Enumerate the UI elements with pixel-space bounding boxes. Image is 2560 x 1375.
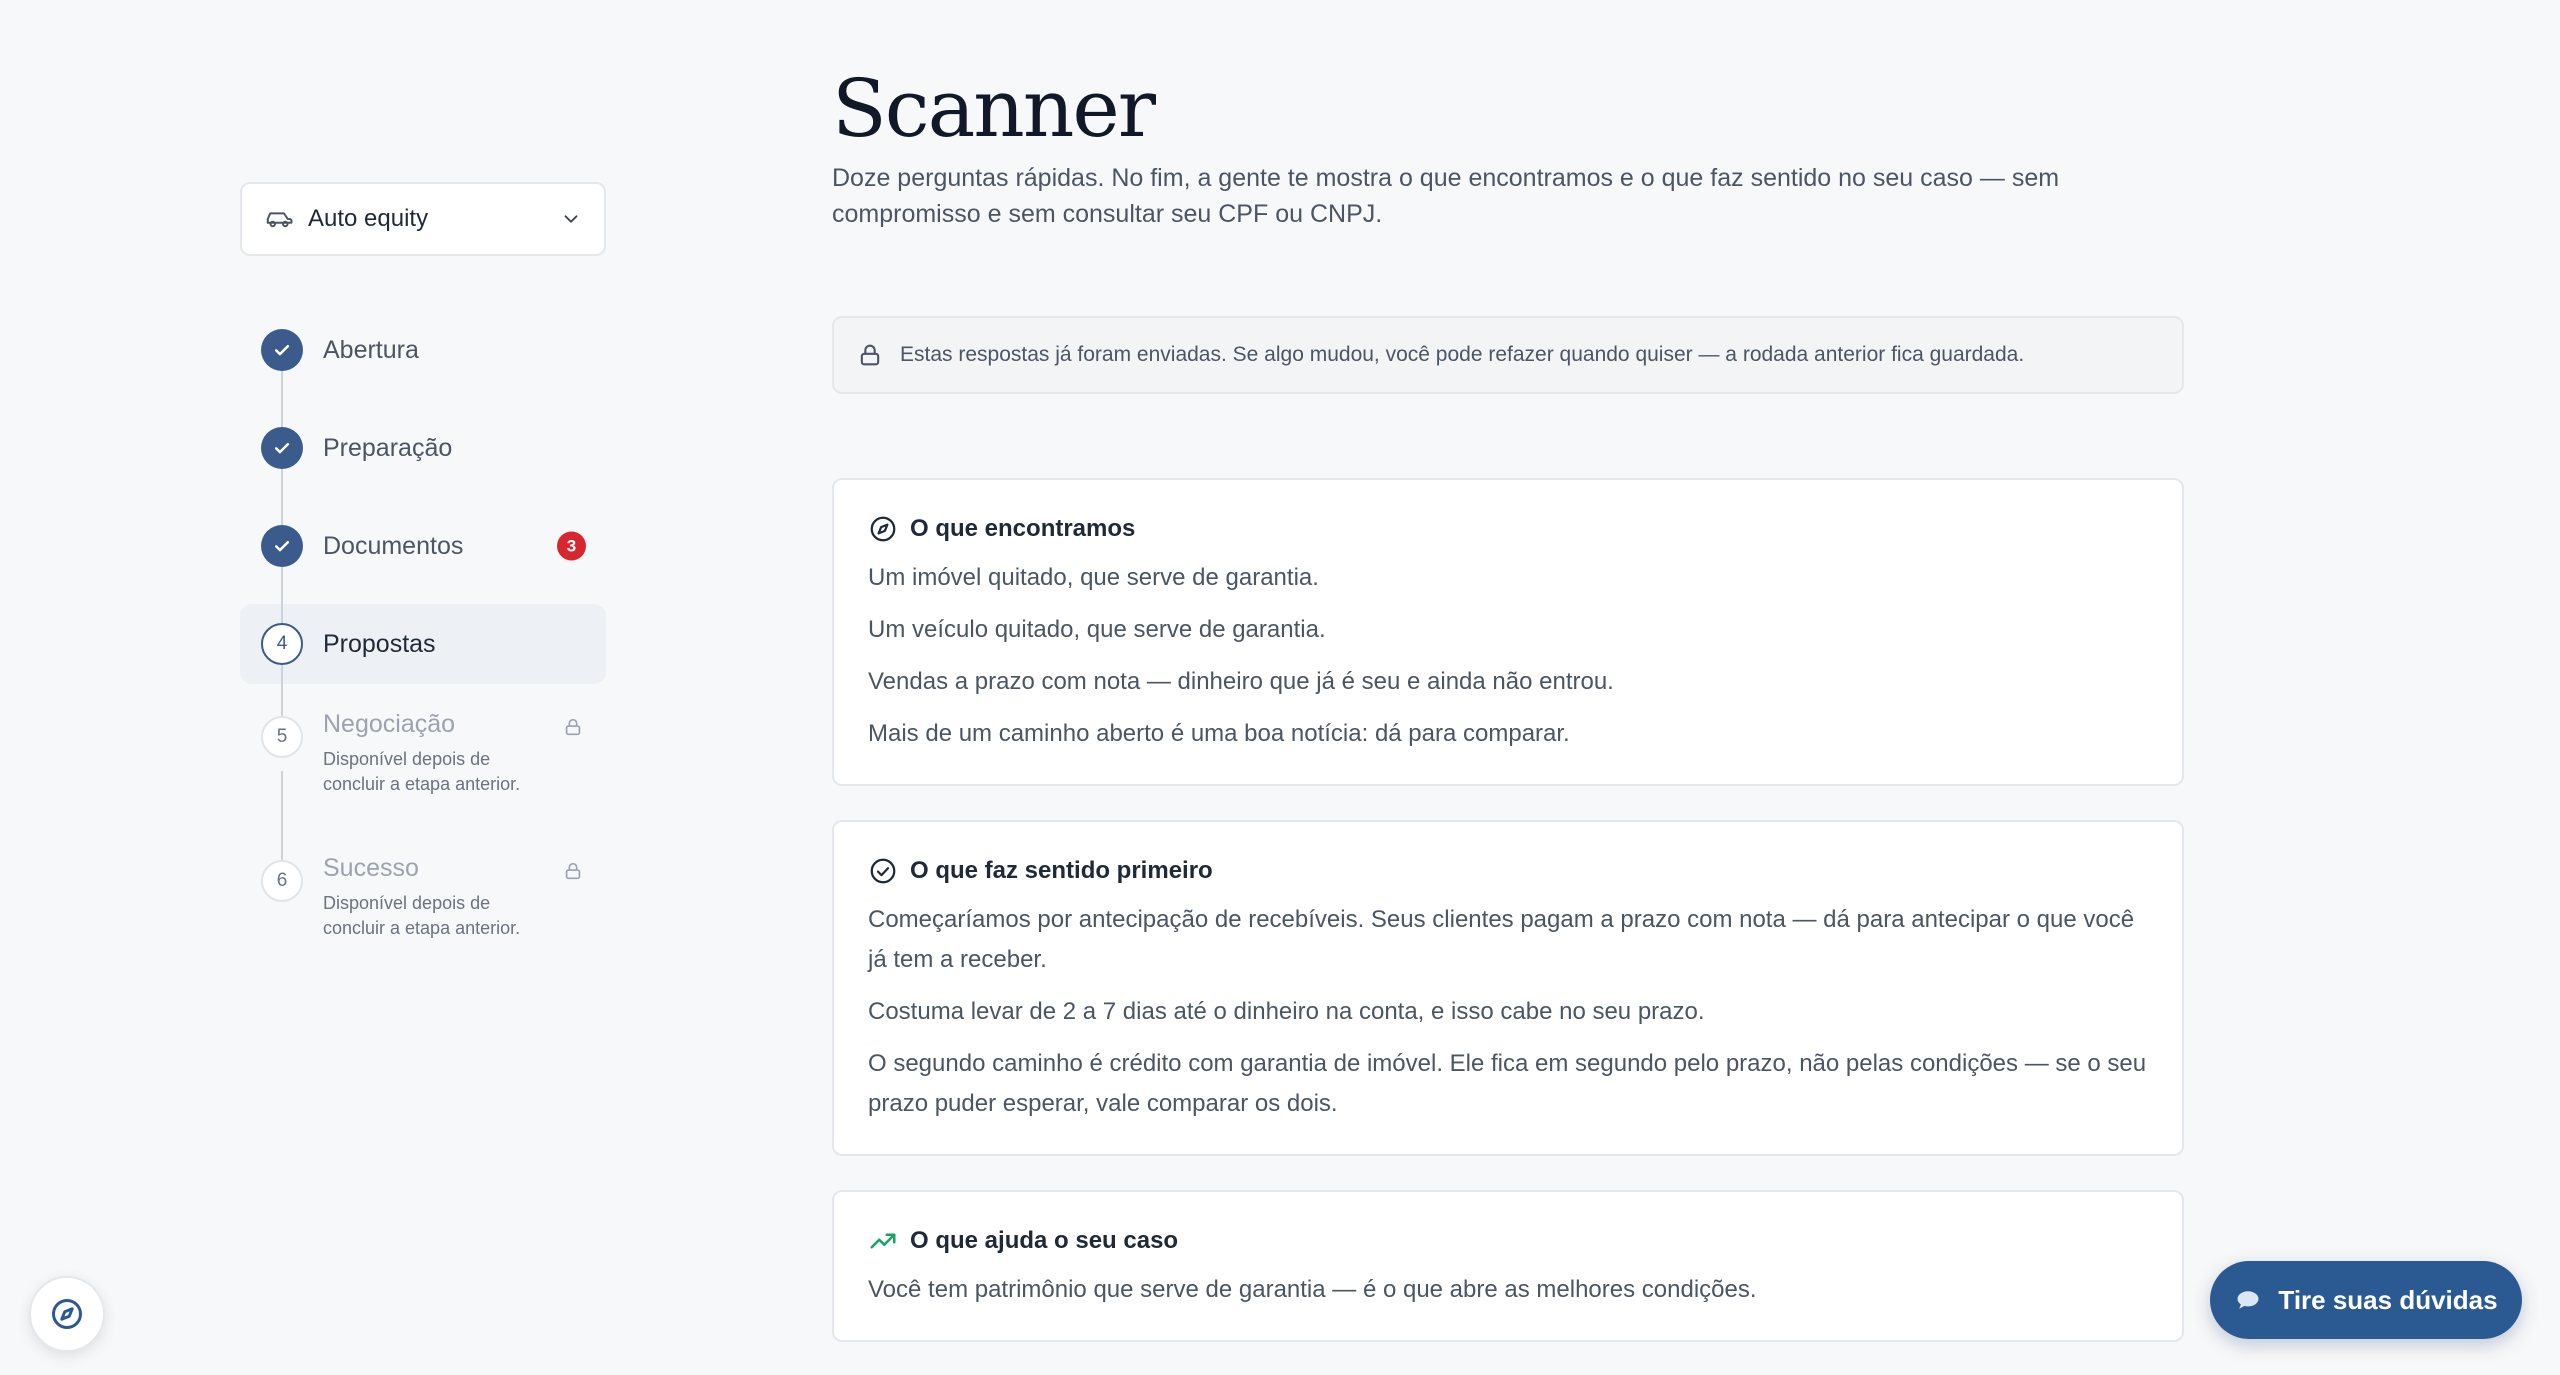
step-label: Preparação	[323, 433, 453, 462]
notification-badge: 3	[557, 531, 586, 561]
lock-icon	[565, 862, 581, 880]
notice-text: Estas respostas já foram enviadas. Se al…	[900, 343, 2025, 366]
card-recommendation: O que faz sentido primeiro Começaríamos …	[832, 820, 2184, 1156]
page-title: Scanner	[832, 62, 1156, 155]
trending-up-icon	[870, 1233, 896, 1249]
step-preparacao[interactable]: Preparação	[240, 408, 606, 488]
step-list: Abertura Preparação Documentos 3 4 Propo…	[240, 310, 606, 972]
page-subtitle: Doze perguntas rápidas. No fim, a gente …	[832, 164, 2060, 228]
step-sucesso: 6 Sucesso Disponível depois de concluir …	[240, 846, 606, 972]
card-header: O que ajuda o seu caso	[868, 1226, 2148, 1256]
car-icon	[266, 212, 293, 228]
step-connector	[281, 370, 283, 429]
sidebar: Auto equity Abertura Preparação Document…	[240, 182, 606, 990]
step-label: Abertura	[323, 335, 419, 364]
card-line: Um imóvel quitado, que serve de garantia…	[868, 564, 1319, 591]
step-label: Negociação	[323, 710, 456, 738]
product-select[interactable]: Auto equity	[240, 182, 606, 256]
compass-icon	[870, 516, 896, 542]
product-select-value: Auto equity	[308, 205, 429, 232]
step-propostas[interactable]: 4 Propostas	[240, 604, 606, 684]
check-icon	[274, 541, 290, 552]
card-header: O que encontramos	[868, 514, 2148, 544]
card-line: Vendas a prazo com nota — dinheiro que j…	[868, 668, 1614, 695]
check-icon	[274, 443, 290, 454]
help-fab-button[interactable]	[29, 1276, 105, 1352]
step-done-indicator	[261, 525, 303, 567]
step-text: Sucesso Disponível depois de concluir a …	[323, 854, 543, 941]
card-line: Mais de um caminho aberto é uma boa notí…	[868, 720, 1570, 747]
step-connector	[281, 468, 283, 527]
card-title: O que faz sentido primeiro	[910, 857, 1213, 884]
chat-button-label: Tire suas dúvidas	[2278, 1284, 2498, 1315]
main-content: Scanner Doze perguntas rápidas. No fim, …	[832, 60, 2184, 1342]
step-number: 5	[261, 716, 303, 758]
lock-icon	[565, 718, 581, 736]
compass-icon	[52, 1299, 82, 1329]
card-header: O que faz sentido primeiro	[868, 856, 2148, 886]
card-findings: O que encontramos Um imóvel quitado, que…	[832, 478, 2184, 786]
card-title: O que encontramos	[910, 515, 1136, 542]
step-documentos[interactable]: Documentos 3	[240, 506, 606, 586]
step-negociacao: 5 Negociação Disponível depois de conclu…	[240, 702, 606, 828]
card-line: Costuma levar de 2 a 7 dias até o dinhei…	[868, 998, 1705, 1025]
chat-button[interactable]: Tire suas dúvidas	[2210, 1261, 2522, 1339]
step-label: Propostas	[323, 629, 436, 658]
step-label: Documentos	[323, 531, 464, 560]
step-done-indicator	[261, 329, 303, 371]
lock-icon	[860, 344, 880, 366]
step-number: 4	[261, 623, 303, 665]
step-locked-hint: Disponível depois de concluir a etapa an…	[323, 749, 521, 794]
step-abertura[interactable]: Abertura	[240, 310, 606, 390]
step-done-indicator	[261, 427, 303, 469]
step-locked-hint: Disponível depois de concluir a etapa an…	[323, 893, 521, 938]
card-line: Começaríamos por antecipação de recebíve…	[868, 906, 2135, 973]
card-line: O segundo caminho é crédito com garantia…	[868, 1050, 2147, 1117]
card-title: O que ajuda o seu caso	[910, 1227, 1179, 1254]
chevron-down-icon	[564, 215, 578, 223]
check-icon	[274, 345, 290, 356]
card-helps: O que ajuda o seu caso Você tem patrimôn…	[832, 1190, 2184, 1342]
step-label: Sucesso	[323, 854, 419, 882]
chat-bubble-icon	[2237, 1291, 2259, 1309]
step-text: Negociação Disponível depois de concluir…	[323, 710, 543, 797]
card-line: Você tem patrimônio que serve de garanti…	[868, 1276, 1757, 1303]
submitted-notice: Estas respostas já foram enviadas. Se al…	[832, 316, 2184, 394]
check-circle-icon	[870, 858, 896, 884]
step-connector	[281, 566, 283, 625]
card-line: Um veículo quitado, que serve de garanti…	[868, 616, 1326, 643]
step-number: 6	[261, 860, 303, 902]
